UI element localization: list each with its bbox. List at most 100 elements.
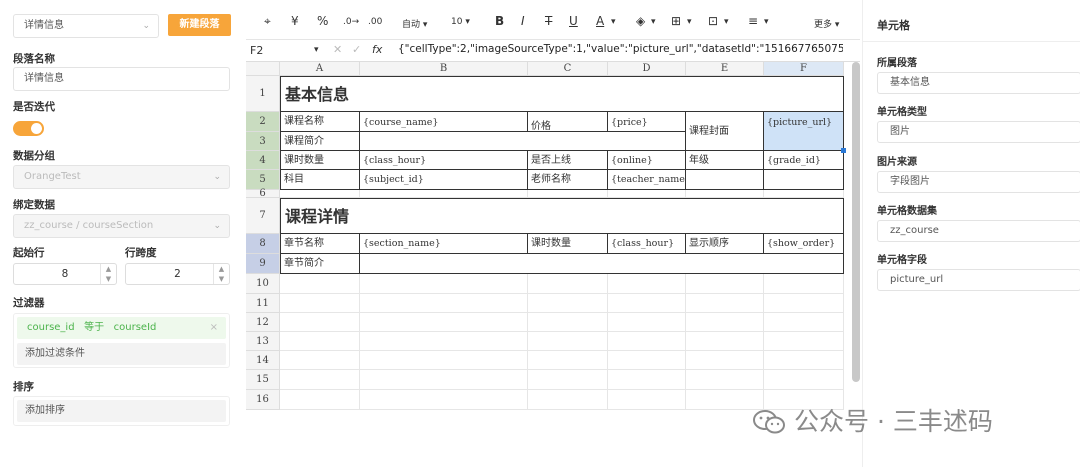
row-span-stepper[interactable]: 2 ▲ ▼ xyxy=(125,263,230,285)
grid-cell[interactable] xyxy=(686,332,764,351)
vertical-scrollbar[interactable] xyxy=(852,62,860,382)
border-icon[interactable]: ⊞ xyxy=(671,14,681,28)
grid-cell[interactable] xyxy=(686,294,764,313)
section-title[interactable]: 课程详情 xyxy=(280,198,844,234)
grid-cell[interactable] xyxy=(686,370,764,390)
grid-cell[interactable] xyxy=(280,294,360,313)
chevron-down-icon[interactable]: ▾ xyxy=(314,45,319,55)
table-cell[interactable]: 老师名称 xyxy=(528,170,608,190)
underline-button[interactable]: U xyxy=(569,14,578,28)
table-cell[interactable]: 课时数量 xyxy=(528,234,608,254)
table-cell[interactable]: 课程封面 xyxy=(686,112,764,151)
selected-cell[interactable]: {picture_url} xyxy=(764,112,844,151)
add-filter-button[interactable]: 添加过滤条件 xyxy=(17,343,226,365)
grid-cell[interactable] xyxy=(608,313,686,332)
grid-cell[interactable] xyxy=(528,190,608,198)
grid-cell[interactable] xyxy=(360,390,528,410)
section-select[interactable]: 详情信息 ⌄ xyxy=(13,14,159,38)
grid-cell[interactable] xyxy=(528,370,608,390)
table-cell[interactable]: 章节名称 xyxy=(280,234,360,254)
grid-cell[interactable] xyxy=(280,190,360,198)
grid-cell[interactable] xyxy=(686,190,764,198)
italic-button[interactable]: I xyxy=(521,14,525,28)
row-header[interactable]: 4 xyxy=(246,151,280,170)
grid-cell[interactable] xyxy=(360,190,528,198)
table-cell[interactable] xyxy=(360,254,844,274)
row-header[interactable]: 1 xyxy=(246,76,280,112)
grid-cell[interactable] xyxy=(280,351,360,370)
grid-cell[interactable] xyxy=(608,190,686,198)
decimal-decrease-icon[interactable]: .00 xyxy=(368,17,382,27)
grid-cell[interactable] xyxy=(608,294,686,313)
grid-cell[interactable] xyxy=(608,274,686,294)
grid-cell[interactable] xyxy=(360,370,528,390)
filter-condition[interactable]: course_id 等于 courseId × xyxy=(17,317,226,339)
column-header[interactable]: C xyxy=(528,62,608,76)
table-cell[interactable]: 是否上线 xyxy=(528,151,608,170)
table-cell[interactable]: {subject_id} xyxy=(360,170,528,190)
section-title[interactable]: 基本信息 xyxy=(280,76,844,112)
column-header[interactable]: E xyxy=(686,62,764,76)
table-cell[interactable]: 价格 xyxy=(528,112,608,132)
row-header[interactable]: 12 xyxy=(246,313,280,332)
table-cell[interactable]: 显示顺序 xyxy=(686,234,764,254)
grid-cell[interactable] xyxy=(764,274,844,294)
font-size-select[interactable]: 10 ▾ xyxy=(451,17,470,27)
table-cell[interactable]: 课程简介 xyxy=(280,132,360,151)
table-cell[interactable]: {online} xyxy=(608,151,686,170)
grid-cell[interactable] xyxy=(764,294,844,313)
table-cell[interactable]: 科目 xyxy=(280,170,360,190)
grid-cell[interactable] xyxy=(528,313,608,332)
grid-cell[interactable] xyxy=(608,370,686,390)
image-source-select[interactable]: 字段图片 xyxy=(877,171,1080,193)
grid-cell[interactable] xyxy=(360,294,528,313)
strikethrough-button[interactable]: T xyxy=(545,14,552,28)
row-header[interactable]: 13 xyxy=(246,332,280,351)
font-color-button[interactable]: A xyxy=(596,14,604,28)
bind-data-select[interactable]: zz_course / courseSection ⌄ xyxy=(13,214,230,238)
grid-cell[interactable] xyxy=(528,332,608,351)
row-header[interactable]: 10 xyxy=(246,274,280,294)
start-row-stepper[interactable]: 8 ▲ ▼ xyxy=(13,263,117,285)
grid-cell[interactable] xyxy=(280,370,360,390)
table-cell[interactable]: {grade_id} xyxy=(764,151,844,170)
dataset-select[interactable]: zz_course xyxy=(877,220,1080,242)
table-cell[interactable]: {teacher_name} xyxy=(608,170,686,190)
data-group-select[interactable]: OrangeTest ⌄ xyxy=(13,165,230,189)
row-header[interactable]: 15 xyxy=(246,370,280,390)
table-cell[interactable]: 课程名称 xyxy=(280,112,360,132)
table-cell[interactable] xyxy=(686,170,764,190)
confirm-icon[interactable]: ✓ xyxy=(352,43,361,56)
row-header[interactable]: 11 xyxy=(246,294,280,313)
row-header[interactable]: 14 xyxy=(246,351,280,370)
stepper-buttons[interactable]: ▲ ▼ xyxy=(213,264,229,284)
format-painter-icon[interactable]: ⌖ xyxy=(264,14,271,29)
close-icon[interactable]: × xyxy=(210,317,218,339)
add-sort-button[interactable]: 添加排序 xyxy=(17,400,226,422)
grid-cell[interactable] xyxy=(764,313,844,332)
column-header[interactable]: D xyxy=(608,62,686,76)
table-cell[interactable]: {class_hour} xyxy=(608,234,686,254)
column-header[interactable]: B xyxy=(360,62,528,76)
grid-cell[interactable] xyxy=(764,351,844,370)
table-cell[interactable]: {course_name} xyxy=(360,112,528,132)
grid-cell[interactable] xyxy=(608,332,686,351)
grid-cell[interactable] xyxy=(280,313,360,332)
chevron-down-icon[interactable]: ▼ xyxy=(214,274,229,284)
currency-icon[interactable]: ¥ xyxy=(291,14,299,28)
chevron-down-icon[interactable]: ▾ xyxy=(764,17,769,27)
row-header[interactable]: 2 xyxy=(246,112,280,132)
grid-cell[interactable] xyxy=(528,274,608,294)
stepper-buttons[interactable]: ▲ ▼ xyxy=(100,264,116,284)
cell-type-select[interactable]: 图片 xyxy=(877,121,1080,143)
table-cell[interactable]: {section_name} xyxy=(360,234,528,254)
align-auto-select[interactable]: 自动 ▾ xyxy=(402,17,427,30)
cell-reference[interactable]: F2 xyxy=(250,44,263,57)
row-header[interactable]: 8 xyxy=(246,234,280,254)
grid-cell[interactable] xyxy=(360,274,528,294)
grid-cell[interactable] xyxy=(764,370,844,390)
table-cell[interactable]: 年级 xyxy=(686,151,764,170)
row-header[interactable]: 3 xyxy=(246,132,280,151)
row-header[interactable]: 9 xyxy=(246,254,280,274)
grid-cell[interactable] xyxy=(764,332,844,351)
